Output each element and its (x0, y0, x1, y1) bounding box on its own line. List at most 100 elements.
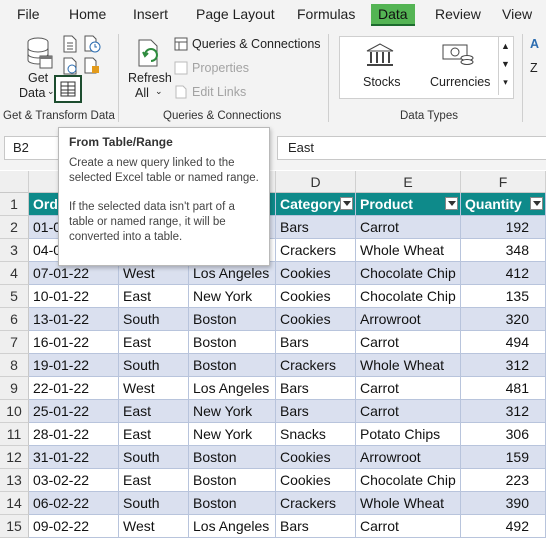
table-cell[interactable]: Chocolate Chip (356, 262, 461, 285)
currencies-icon[interactable] (441, 42, 475, 68)
filter-dropdown-icon[interactable] (445, 197, 458, 210)
table-cell[interactable]: Cookies (276, 308, 356, 331)
table-cell[interactable]: 320 (461, 308, 546, 331)
tab-data[interactable]: Data (371, 4, 415, 26)
next-group-icon-2[interactable]: Z (530, 61, 538, 75)
table-cell[interactable]: Cookies (276, 469, 356, 492)
table-cell[interactable]: Carrot (356, 377, 461, 400)
database-icon[interactable] (26, 36, 54, 70)
table-cell[interactable]: Boston (189, 446, 276, 469)
tab-home[interactable]: Home (69, 6, 106, 22)
tab-page-layout[interactable]: Page Layout (196, 6, 275, 22)
table-cell[interactable]: 348 (461, 239, 546, 262)
filter-dropdown-icon[interactable] (530, 197, 543, 210)
table-cell[interactable]: Snacks (276, 423, 356, 446)
table-cell[interactable]: Los Angeles (189, 377, 276, 400)
table-cell[interactable]: 159 (461, 446, 546, 469)
table-cell[interactable]: West (119, 515, 189, 538)
next-group-icon[interactable]: A (530, 37, 539, 51)
table-cell[interactable]: East (119, 331, 189, 354)
table-cell[interactable]: Boston (189, 469, 276, 492)
refresh-all-label[interactable]: Refresh (128, 71, 172, 85)
row-header[interactable]: 13 (0, 469, 29, 492)
table-cell[interactable]: 10-01-22 (29, 285, 119, 308)
table-cell[interactable]: 306 (461, 423, 546, 446)
table-cell[interactable]: 312 (461, 354, 546, 377)
table-cell[interactable]: Carrot (356, 331, 461, 354)
table-cell[interactable]: Boston (189, 354, 276, 377)
table-cell[interactable]: Chocolate Chip (356, 469, 461, 492)
row-header[interactable]: 14 (0, 492, 29, 515)
table-cell[interactable]: Cookies (276, 285, 356, 308)
row-header[interactable]: 3 (0, 239, 29, 262)
table-cell[interactable]: South (119, 492, 189, 515)
properties-button[interactable]: Properties (192, 61, 249, 75)
table-cell[interactable]: New York (189, 400, 276, 423)
table-cell[interactable]: Potato Chips (356, 423, 461, 446)
table-cell[interactable]: 492 (461, 515, 546, 538)
row-header[interactable]: 10 (0, 400, 29, 423)
row-header[interactable]: 2 (0, 216, 29, 239)
gallery-more-icon[interactable]: ▾ (499, 73, 512, 91)
tab-review[interactable]: Review (435, 6, 481, 22)
table-cell[interactable]: Crackers (276, 492, 356, 515)
table-cell[interactable]: Arrowroot (356, 446, 461, 469)
stocks-icon[interactable] (365, 42, 395, 68)
table-cell[interactable]: 19-01-22 (29, 354, 119, 377)
get-data-label[interactable]: Get (28, 71, 48, 85)
table-cell[interactable]: Arrowroot (356, 308, 461, 331)
table-cell[interactable]: Whole Wheat (356, 239, 461, 262)
filter-dropdown-icon[interactable] (340, 197, 353, 210)
table-cell[interactable]: Cookies (276, 262, 356, 285)
get-data-label-2[interactable]: Data (19, 86, 45, 100)
table-cell[interactable]: East (119, 400, 189, 423)
column-header-d[interactable]: D (276, 171, 356, 193)
table-cell[interactable]: South (119, 354, 189, 377)
table-cell[interactable]: Boston (189, 331, 276, 354)
table-cell[interactable]: East (119, 469, 189, 492)
table-header-cell[interactable]: Quantity (461, 193, 546, 216)
table-cell[interactable]: 25-01-22 (29, 400, 119, 423)
table-cell[interactable]: 31-01-22 (29, 446, 119, 469)
table-cell[interactable]: 494 (461, 331, 546, 354)
refresh-all-label-2[interactable]: All (135, 86, 149, 100)
queries-connections-button[interactable]: Queries & Connections (192, 37, 321, 51)
table-cell[interactable]: Crackers (276, 354, 356, 377)
existing-connections-icon[interactable] (83, 57, 101, 75)
row-header[interactable]: 7 (0, 331, 29, 354)
table-cell[interactable]: Whole Wheat (356, 354, 461, 377)
table-cell[interactable]: South (119, 308, 189, 331)
name-box[interactable]: B2 (4, 136, 64, 160)
table-cell[interactable]: New York (189, 285, 276, 308)
row-header[interactable]: 9 (0, 377, 29, 400)
select-all-corner[interactable] (0, 171, 29, 193)
table-cell[interactable]: Los Angeles (189, 515, 276, 538)
table-cell[interactable]: East (119, 285, 189, 308)
row-header[interactable]: 1 (0, 193, 29, 216)
stocks-button[interactable]: Stocks (363, 75, 401, 89)
table-cell[interactable]: 135 (461, 285, 546, 308)
table-cell[interactable]: Cookies (276, 446, 356, 469)
table-cell[interactable]: 13-01-22 (29, 308, 119, 331)
currencies-button[interactable]: Currencies (430, 75, 490, 89)
row-header[interactable]: 5 (0, 285, 29, 308)
table-header-cell[interactable]: Product (356, 193, 461, 216)
table-cell[interactable]: 223 (461, 469, 546, 492)
from-table-range-button[interactable] (54, 75, 82, 103)
recent-sources-icon[interactable] (83, 35, 101, 53)
table-cell[interactable]: Chocolate Chip (356, 285, 461, 308)
tab-file[interactable]: File (17, 6, 40, 22)
formula-input[interactable]: East (277, 136, 546, 160)
row-header[interactable]: 11 (0, 423, 29, 446)
table-cell[interactable]: 22-01-22 (29, 377, 119, 400)
table-cell[interactable]: Boston (189, 308, 276, 331)
table-cell[interactable]: Carrot (356, 515, 461, 538)
table-cell[interactable]: West (119, 377, 189, 400)
scroll-down-icon[interactable]: ▼ (499, 55, 512, 73)
table-cell[interactable]: 03-02-22 (29, 469, 119, 492)
table-cell[interactable]: New York (189, 423, 276, 446)
table-cell[interactable]: Whole Wheat (356, 492, 461, 515)
queries-connections-icon[interactable] (174, 37, 188, 51)
from-web-icon[interactable] (62, 57, 78, 75)
scroll-up-icon[interactable]: ▲ (499, 37, 512, 55)
